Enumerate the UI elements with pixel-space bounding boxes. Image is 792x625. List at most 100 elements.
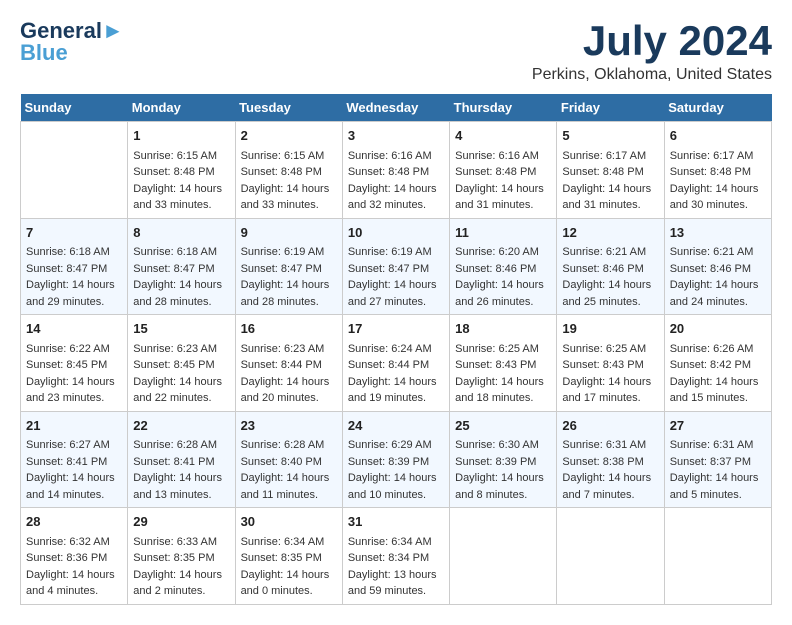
sunset: Sunset: 8:48 PM bbox=[348, 166, 429, 178]
table-row: 21 Sunrise: 6:27 AM Sunset: 8:41 PM Dayligh… bbox=[21, 411, 128, 508]
page-header: General►Blue July 2024 Perkins, Oklahoma… bbox=[20, 20, 772, 84]
table-row: 29Sunrise: 6:33 AMSunset: 8:35 PMDayligh… bbox=[128, 508, 235, 605]
day-number: 12 bbox=[562, 223, 658, 243]
location: Perkins, Oklahoma, United States bbox=[532, 66, 772, 84]
col-friday: Friday bbox=[557, 94, 664, 122]
sunset: Sunset: 8:37 PM bbox=[670, 456, 751, 468]
col-sunday: Sunday bbox=[21, 94, 128, 122]
table-row: 31Sunrise: 6:34 AMSunset: 8:34 PMDayligh… bbox=[342, 508, 449, 605]
sunset: Sunset: 8:39 PM bbox=[455, 456, 536, 468]
sunset: Sunset: 8:48 PM bbox=[133, 166, 214, 178]
day-number: 18 bbox=[455, 319, 551, 339]
day-number: 28 bbox=[26, 512, 122, 532]
col-monday: Monday bbox=[128, 94, 235, 122]
day-number: 5 bbox=[562, 126, 658, 146]
sunrise: Sunrise: 6:25 AM bbox=[562, 343, 646, 355]
calendar-table: Sunday Monday Tuesday Wednesday Thursday… bbox=[20, 94, 772, 605]
sunrise: Sunrise: 6:18 AM bbox=[26, 246, 110, 258]
calendar-week-3: 14Sunrise: 6:22 AMSunset: 8:45 PMDayligh… bbox=[21, 315, 772, 412]
day-number: 30 bbox=[241, 512, 337, 532]
table-row bbox=[450, 508, 557, 605]
daylight: Daylight: 14 hours and 14 minutes. bbox=[26, 472, 115, 501]
day-number: 8 bbox=[133, 223, 229, 243]
sunset: Sunset: 8:35 PM bbox=[133, 552, 214, 564]
sunrise: Sunrise: 6:15 AM bbox=[133, 150, 217, 162]
sunset: Sunset: 8:44 PM bbox=[348, 359, 429, 371]
sunrise: Sunrise: 6:19 AM bbox=[241, 246, 325, 258]
sunset: Sunset: 8:45 PM bbox=[26, 359, 107, 371]
sunrise: Sunrise: 6:27 AM bbox=[26, 439, 110, 451]
day-number: 17 bbox=[348, 319, 444, 339]
table-row: 23Sunrise: 6:28 AMSunset: 8:40 PMDayligh… bbox=[235, 411, 342, 508]
sunset: Sunset: 8:41 PM bbox=[26, 456, 107, 468]
table-row bbox=[664, 508, 771, 605]
sunset: Sunset: 8:41 PM bbox=[133, 456, 214, 468]
table-row bbox=[557, 508, 664, 605]
sunset: Sunset: 8:48 PM bbox=[670, 166, 751, 178]
sunrise: Sunrise: 6:34 AM bbox=[241, 536, 325, 548]
table-row: 11Sunrise: 6:20 AMSunset: 8:46 PMDayligh… bbox=[450, 218, 557, 315]
calendar-header-row: Sunday Monday Tuesday Wednesday Thursday… bbox=[21, 94, 772, 122]
day-number: 3 bbox=[348, 126, 444, 146]
table-row: 25 Sunrise: 6:30 AM Sunset: 8:39 PM Dayligh… bbox=[450, 411, 557, 508]
daylight: Daylight: 14 hours and 8 minutes. bbox=[455, 472, 544, 501]
table-row: 24Sunrise: 6:29 AMSunset: 8:39 PMDayligh… bbox=[342, 411, 449, 508]
daylight: Daylight: 14 hours and 7 minutes. bbox=[562, 472, 651, 501]
title-section: July 2024 Perkins, Oklahoma, United Stat… bbox=[532, 20, 772, 84]
calendar-week-4: 21 Sunrise: 6:27 AM Sunset: 8:41 PM Dayligh… bbox=[21, 411, 772, 508]
day-number: 13 bbox=[670, 223, 766, 243]
sunrise: Sunrise: 6:21 AM bbox=[670, 246, 754, 258]
table-row: 18Sunrise: 6:25 AMSunset: 8:43 PMDayligh… bbox=[450, 315, 557, 412]
day-number: 10 bbox=[348, 223, 444, 243]
day-number: 29 bbox=[133, 512, 229, 532]
sunset: Sunset: 8:38 PM bbox=[562, 456, 643, 468]
col-thursday: Thursday bbox=[450, 94, 557, 122]
table-row: 9Sunrise: 6:19 AMSunset: 8:47 PMDaylight… bbox=[235, 218, 342, 315]
daylight: Daylight: 14 hours and 25 minutes. bbox=[562, 279, 651, 308]
sunrise: Sunrise: 6:26 AM bbox=[670, 343, 754, 355]
sunrise: Sunrise: 6:17 AM bbox=[670, 150, 754, 162]
day-number: 7 bbox=[26, 223, 122, 243]
daylight: Daylight: 14 hours and 11 minutes. bbox=[241, 472, 330, 501]
daylight: Daylight: 14 hours and 13 minutes. bbox=[133, 472, 222, 501]
daylight: Daylight: 14 hours and 32 minutes. bbox=[348, 183, 437, 212]
table-row: 2Sunrise: 6:15 AMSunset: 8:48 PMDaylight… bbox=[235, 122, 342, 219]
daylight: Daylight: 14 hours and 23 minutes. bbox=[26, 376, 115, 405]
table-row: 12Sunrise: 6:21 AMSunset: 8:46 PMDayligh… bbox=[557, 218, 664, 315]
table-row: 14Sunrise: 6:22 AMSunset: 8:45 PMDayligh… bbox=[21, 315, 128, 412]
sunrise: Sunrise: 6:19 AM bbox=[348, 246, 432, 258]
sunrise: Sunrise: 6:30 AM bbox=[455, 439, 539, 451]
day-number: 9 bbox=[241, 223, 337, 243]
table-row: 7Sunrise: 6:18 AMSunset: 8:47 PMDaylight… bbox=[21, 218, 128, 315]
daylight: Daylight: 14 hours and 33 minutes. bbox=[133, 183, 222, 212]
daylight: Daylight: 14 hours and 26 minutes. bbox=[455, 279, 544, 308]
sunset: Sunset: 8:46 PM bbox=[670, 263, 751, 275]
daylight: Daylight: 14 hours and 5 minutes. bbox=[670, 472, 759, 501]
day-number: 25 bbox=[455, 416, 551, 436]
daylight: Daylight: 14 hours and 10 minutes. bbox=[348, 472, 437, 501]
sunrise: Sunrise: 6:23 AM bbox=[133, 343, 217, 355]
sunset: Sunset: 8:47 PM bbox=[348, 263, 429, 275]
table-row: 8Sunrise: 6:18 AMSunset: 8:47 PMDaylight… bbox=[128, 218, 235, 315]
table-row bbox=[21, 122, 128, 219]
day-number: 21 bbox=[26, 416, 122, 436]
table-row: 22 Sunrise: 6:28 AM Sunset: 8:41 PM Dayligh… bbox=[128, 411, 235, 508]
daylight: Daylight: 14 hours and 19 minutes. bbox=[348, 376, 437, 405]
daylight: Daylight: 14 hours and 33 minutes. bbox=[241, 183, 330, 212]
sunrise: Sunrise: 6:16 AM bbox=[348, 150, 432, 162]
sunset: Sunset: 8:42 PM bbox=[670, 359, 751, 371]
sunset: Sunset: 8:46 PM bbox=[562, 263, 643, 275]
table-row: 16Sunrise: 6:23 AMSunset: 8:44 PMDayligh… bbox=[235, 315, 342, 412]
sunrise: Sunrise: 6:33 AM bbox=[133, 536, 217, 548]
daylight: Daylight: 14 hours and 22 minutes. bbox=[133, 376, 222, 405]
table-row: 20Sunrise: 6:26 AMSunset: 8:42 PMDayligh… bbox=[664, 315, 771, 412]
sunrise: Sunrise: 6:20 AM bbox=[455, 246, 539, 258]
sunrise: Sunrise: 6:28 AM bbox=[241, 439, 325, 451]
sunrise: Sunrise: 6:28 AM bbox=[133, 439, 217, 451]
month-title: July 2024 bbox=[532, 20, 772, 62]
daylight: Daylight: 14 hours and 27 minutes. bbox=[348, 279, 437, 308]
day-number: 19 bbox=[562, 319, 658, 339]
day-number: 15 bbox=[133, 319, 229, 339]
day-number: 22 bbox=[133, 416, 229, 436]
daylight: Daylight: 13 hours and 59 minutes. bbox=[348, 569, 437, 598]
